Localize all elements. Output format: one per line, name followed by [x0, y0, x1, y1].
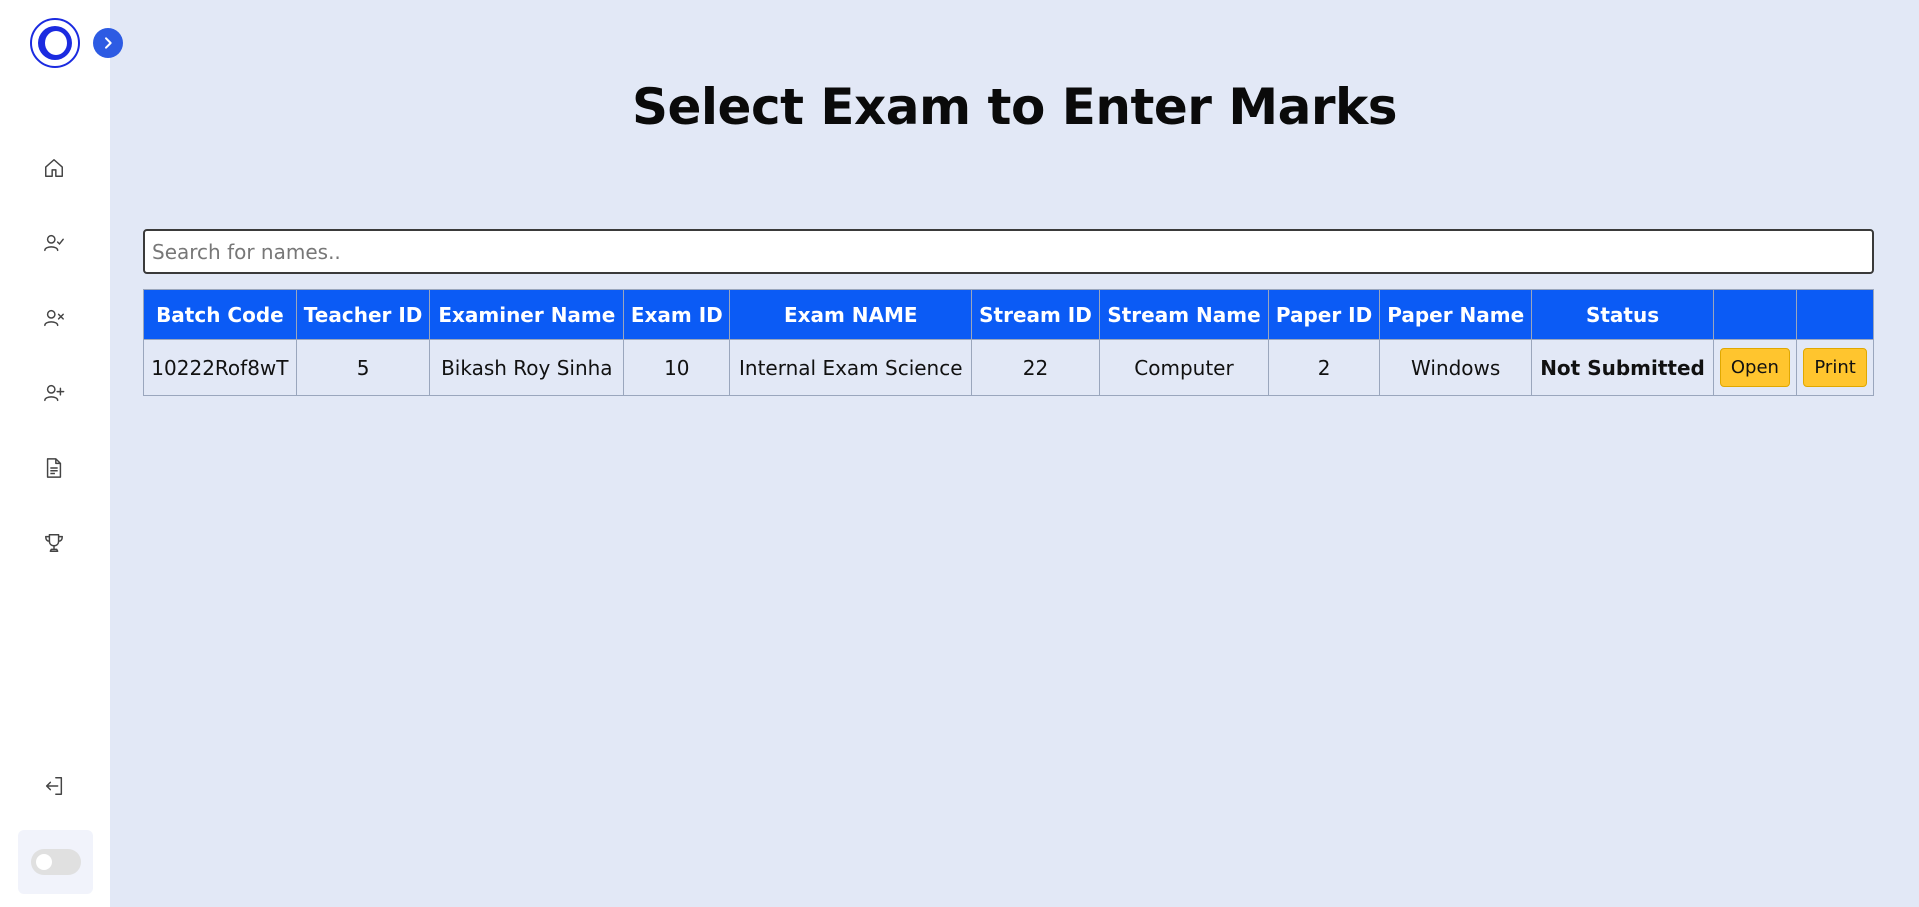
header-print: [1796, 289, 1874, 340]
user-x-icon[interactable]: [42, 306, 66, 330]
cell-open: Open: [1712, 339, 1798, 396]
cell-paper-id: 2: [1268, 339, 1380, 396]
cell-stream-name: Computer: [1098, 339, 1270, 396]
header-teacher-id: Teacher ID: [295, 289, 431, 340]
header-exam-id: Exam ID: [623, 289, 731, 340]
app-logo: [30, 18, 80, 68]
print-button[interactable]: Print: [1803, 348, 1867, 387]
header-exam-name: Exam NAME: [729, 289, 973, 340]
cell-paper-name: Windows: [1378, 339, 1533, 396]
chevron-right-icon: [105, 37, 112, 49]
header-stream-id: Stream ID: [971, 289, 1100, 340]
theme-switch-container: [18, 830, 93, 894]
header-status: Status: [1531, 289, 1714, 340]
theme-toggle[interactable]: [30, 849, 81, 875]
cell-examiner-name: Bikash Roy Sinha: [429, 339, 625, 396]
cell-batch-code: 10222Rof8wT: [143, 339, 297, 396]
user-check-icon[interactable]: [42, 231, 66, 255]
open-button[interactable]: Open: [1719, 348, 1790, 387]
exams-table: Batch Code Teacher ID Examiner Name Exam…: [143, 289, 1874, 396]
header-open: [1712, 289, 1798, 340]
document-icon[interactable]: [42, 456, 66, 480]
cell-stream-id: 22: [971, 339, 1100, 396]
header-stream-name: Stream Name: [1098, 289, 1270, 340]
trophy-icon[interactable]: [42, 531, 66, 555]
user-plus-icon[interactable]: [42, 381, 66, 405]
sidebar: [0, 0, 110, 907]
cell-print: Print: [1796, 339, 1874, 396]
expand-sidebar-button[interactable]: [93, 28, 123, 58]
header-paper-id: Paper ID: [1268, 289, 1380, 340]
table-header-row: Batch Code Teacher ID Examiner Name Exam…: [143, 289, 1874, 340]
home-icon[interactable]: [42, 156, 66, 180]
status-badge: Not Submitted: [1531, 339, 1714, 396]
cell-teacher-id: 5: [295, 339, 431, 396]
cell-exam-id: 10: [623, 339, 731, 396]
logout-icon[interactable]: [42, 774, 66, 798]
page-title: Select Exam to Enter Marks: [631, 78, 1398, 136]
search-input[interactable]: [143, 229, 1874, 274]
header-paper-name: Paper Name: [1378, 289, 1533, 340]
header-batch-code: Batch Code: [143, 289, 297, 340]
table-row: 10222Rof8wT 5 Bikash Roy Sinha 10 Intern…: [143, 339, 1874, 396]
header-examiner-name: Examiner Name: [429, 289, 625, 340]
cell-exam-name: Internal Exam Science: [729, 339, 973, 396]
